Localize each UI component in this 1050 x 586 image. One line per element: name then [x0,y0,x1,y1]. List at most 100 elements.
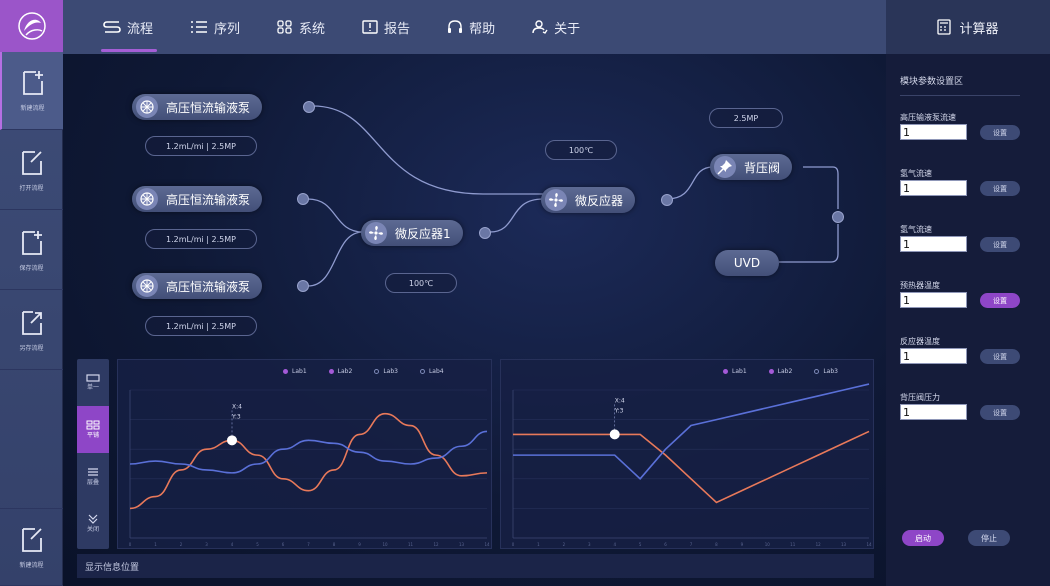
output-port[interactable] [832,211,844,223]
tab-report[interactable]: 报告 [352,0,420,54]
param-input[interactable] [900,124,967,140]
legend-item: Lab3 [374,368,398,375]
tool-label: 单一 [86,384,99,391]
tab-sequence[interactable]: 序列 [180,0,250,54]
param-input[interactable] [900,292,967,308]
left-sidebar: 新建流程 打开流程 保存流程 另存流程 新建流程 [0,0,63,586]
list-icon [191,21,208,33]
set-button[interactable]: 设置 [980,349,1020,364]
x-tick-label: 11 [790,542,796,547]
x-tick-label: 3 [205,542,208,547]
pump-node-2[interactable]: 高压恒流输液泵 [132,186,263,212]
view-cascade-button[interactable]: 层叠 [77,453,109,500]
x-tick-label: 6 [282,542,285,547]
pump-icon [136,96,158,118]
sidebar-item-open-flow[interactable]: 打开流程 [0,132,63,210]
tooltip-y-label: Y:3 [231,413,241,420]
reactor-node-1[interactable]: 微反应器1 [361,220,463,246]
x-tick-label: 8 [715,542,718,547]
param-label: 氢气流速 [900,225,932,234]
param-input[interactable] [900,236,967,252]
tab-help[interactable]: 帮助 [437,0,505,54]
x-tick-label: 0 [512,542,515,547]
x-tick-label: 5 [256,542,259,547]
x-tick-label: 13 [459,542,465,547]
x-tick-label: 10 [765,542,771,547]
data-point-marker [609,429,620,440]
output-port[interactable] [297,193,309,205]
x-tick-label: 4 [231,542,234,547]
status-bar: 显示信息位置 [77,554,874,578]
x-tick-label: 1 [154,542,157,547]
output-port[interactable] [303,101,315,113]
pin-icon [714,156,736,178]
sidebar-item-save-flow[interactable]: 保存流程 [0,212,63,290]
chart-view-toolbar: 单一 平铺 层叠 关闭 [77,359,109,549]
output-port[interactable] [479,227,491,239]
output-port[interactable] [661,194,673,206]
pump-2-spec-tag: 1.2mL/mi | 2.5MP [145,229,257,249]
back-pressure-valve-node[interactable]: 背压阀 [710,154,793,180]
output-port[interactable] [297,280,309,292]
param-label: 预热器温度 [900,281,940,290]
reactor-1-temp-tag: 100℃ [385,273,457,293]
uvd-node[interactable]: UVD [715,250,779,276]
tab-about[interactable]: 关于 [522,0,590,54]
report-icon [362,20,378,34]
stop-button[interactable]: 停止 [968,530,1010,546]
app-logo [0,0,63,52]
calculator-panel: 计算器 模块参数设置区 高压输液泵流速 设置 氢气流速 设置 氢气流速 设置 预… [886,0,1050,586]
param-input[interactable] [900,180,967,196]
set-button[interactable]: 设置 [980,181,1020,196]
tooltip-x-label: X:4 [232,403,242,410]
param-row: 高压输液泵流速 设置 [900,112,1020,140]
series-line [513,383,870,480]
start-button[interactable]: 启动 [902,530,944,546]
calculator-header: 计算器 [886,0,1050,54]
tab-label: 帮助 [469,21,496,37]
node-label: 微反应器 [575,193,624,208]
set-button[interactable]: 设置 [980,125,1020,140]
sidebar-item-new-flow-bottom[interactable]: 新建流程 [0,508,63,586]
sidebar-item-new-flow[interactable]: 新建流程 [0,52,63,130]
reactor-2-temp-tag: 100℃ [545,140,617,160]
tool-label: 平铺 [86,432,99,439]
flow-icon [103,21,121,33]
chart-1-legend: Lab1 Lab2 Lab3 Lab4 [283,368,444,375]
reactor-node-2[interactable]: 微反应器 [541,187,636,213]
series-line [129,412,488,510]
param-row: 反应器温度 设置 [900,336,1020,364]
legend-item: Lab4 [419,368,444,375]
save-file-icon [21,231,42,255]
legend-item: Lab1 [723,368,747,375]
sidebar-item-save-as-flow[interactable]: 另存流程 [0,292,63,370]
node-label: 微反应器1 [395,226,451,241]
view-close-button[interactable]: 关闭 [77,500,109,547]
param-input[interactable] [900,404,967,420]
x-tick-label: 12 [816,542,822,547]
tooltip-x-label: X:4 [615,397,625,404]
param-label: 高压输液泵流速 [900,113,956,122]
sidebar-item-label: 打开流程 [19,185,44,192]
x-tick-label: 4 [613,542,616,547]
legend-item: Lab2 [768,368,792,375]
pump-node-1[interactable]: 高压恒流输液泵 [132,94,263,120]
tab-system[interactable]: 系统 [267,0,335,54]
view-single-button[interactable]: 单一 [77,359,109,406]
x-tick-label: 1 [537,542,540,547]
view-tile-button[interactable]: 平铺 [77,406,109,453]
pump-1-spec-tag: 1.2mL/mi | 2.5MP [145,136,257,156]
x-tick-label: 2 [563,542,566,547]
set-button[interactable]: 设置 [980,237,1020,252]
param-input[interactable] [900,348,967,364]
set-button[interactable]: 设置 [980,293,1020,308]
legend-item: Lab2 [328,368,352,375]
set-button[interactable]: 设置 [980,405,1020,420]
valve-pressure-tag: 2.5MP [709,108,783,128]
tab-flow[interactable]: 流程 [93,0,163,54]
pump-node-3[interactable]: 高压恒流输液泵 [132,273,263,299]
x-tick-label: 13 [841,542,847,547]
node-label: 高压恒流输液泵 [166,100,251,115]
legend-item: Lab3 [814,368,838,375]
tool-label: 关闭 [86,526,99,533]
